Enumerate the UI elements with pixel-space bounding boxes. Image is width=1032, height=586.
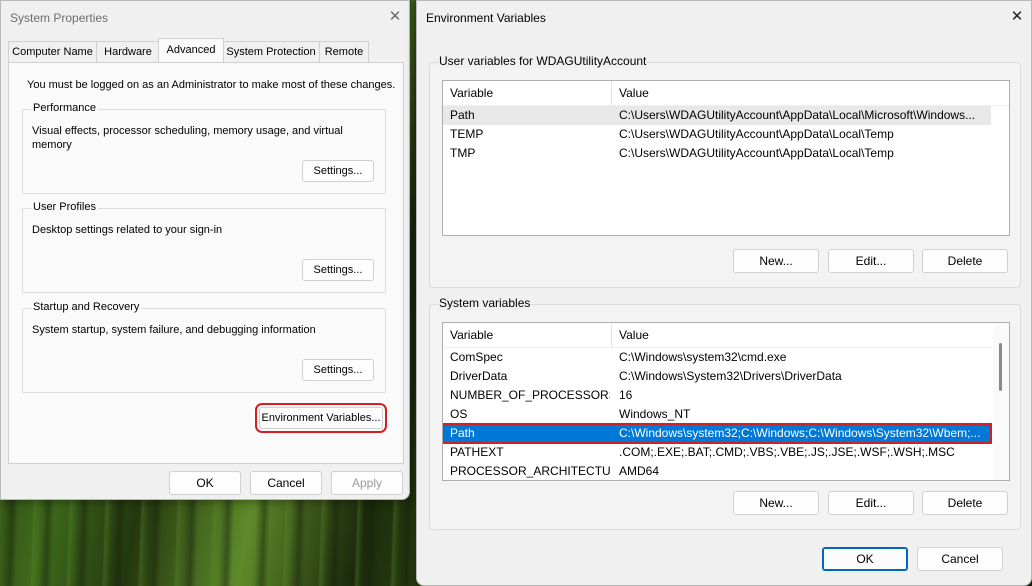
table-row-selected[interactable]: Path C:\Windows\system32;C:\Windows;C:\W… [443, 423, 992, 444]
variable-cell: ComSpec [450, 350, 503, 364]
ok-button[interactable]: OK [822, 547, 908, 571]
table-row[interactable]: PATHEXT .COM;.EXE;.BAT;.CMD;.VBS;.VBE;.J… [443, 443, 991, 462]
tab-remote[interactable]: Remote [319, 41, 369, 62]
title-bar: System Properties ✕ [1, 1, 409, 33]
system-properties-dialog: System Properties ✕ Computer Name Hardwa… [0, 0, 410, 500]
system-variables-label: System variables [438, 296, 532, 310]
performance-description: Visual effects, processor scheduling, me… [32, 125, 343, 151]
variable-cell: TMP [450, 146, 476, 160]
variable-cell: NUMBER_OF_PROCESSORS [450, 388, 610, 402]
variable-cell: DriverData [450, 369, 508, 383]
startup-recovery-settings-button[interactable]: Settings... [302, 359, 374, 381]
close-icon[interactable]: ✕ [385, 7, 405, 27]
table-row[interactable]: TMP C:\Users\WDAGUtilityAccount\AppData\… [443, 144, 991, 163]
value-cell: C:\Windows\system32\cmd.exe [619, 350, 787, 364]
value-cell: C:\Users\WDAGUtilityAccount\AppData\Loca… [619, 146, 894, 160]
vertical-scrollbar[interactable] [993, 323, 1009, 480]
variable-cell: Path [450, 426, 475, 440]
user-variables-section: User variables for WDAGUtilityAccount Va… [429, 54, 1021, 288]
startup-recovery-description: System startup, system failure, and debu… [32, 324, 316, 336]
title-bar: Environment Variables ✕ [417, 1, 1031, 33]
performance-label: Performance [31, 102, 98, 114]
value-cell: C:\Windows\System32\Drivers\DriverData [619, 369, 842, 383]
column-value[interactable]: Value [612, 323, 992, 347]
dialog-title: System Properties [10, 11, 109, 25]
cancel-button[interactable]: Cancel [250, 471, 322, 495]
table-row[interactable]: NUMBER_OF_PROCESSORS 16 [443, 386, 991, 405]
variable-cell: PROCESSOR_ARCHITECTURE [450, 464, 610, 478]
column-variable[interactable]: Variable [443, 323, 612, 347]
user-new-button[interactable]: New... [733, 249, 819, 273]
table-row[interactable]: DriverData C:\Windows\System32\Drivers\D… [443, 367, 991, 386]
value-cell: C:\Users\WDAGUtilityAccount\AppData\Loca… [619, 108, 976, 122]
table-row[interactable]: PROCESSOR_ARCHITECTURE AMD64 [443, 462, 991, 480]
tab-computer-name[interactable]: Computer Name [8, 41, 97, 62]
cancel-button[interactable]: Cancel [917, 547, 1003, 571]
user-profiles-group: User Profiles Desktop settings related t… [22, 201, 386, 293]
list-header: Variable Value [443, 323, 1009, 348]
ok-button[interactable]: OK [169, 471, 241, 495]
user-profiles-description: Desktop settings related to your sign-in [32, 224, 223, 236]
system-variables-section: System variables Variable Value ComSpec … [429, 296, 1021, 530]
column-value[interactable]: Value [612, 81, 992, 105]
system-variables-list[interactable]: Variable Value ComSpec C:\Windows\system… [442, 322, 1010, 481]
close-icon[interactable]: ✕ [1007, 7, 1027, 27]
user-variables-label: User variables for WDAGUtilityAccount [438, 54, 648, 68]
environment-variables-button[interactable]: Environment Variables... [255, 403, 387, 433]
table-row[interactable]: ComSpec C:\Windows\system32\cmd.exe [443, 348, 991, 367]
system-edit-button[interactable]: Edit... [828, 491, 914, 515]
tab-hardware[interactable]: Hardware [96, 41, 160, 62]
value-cell: 16 [619, 388, 633, 402]
performance-group: Performance Visual effects, processor sc… [22, 102, 386, 194]
list-header: Variable Value [443, 81, 1009, 106]
table-row[interactable]: TEMP C:\Users\WDAGUtilityAccount\AppData… [443, 125, 991, 144]
system-delete-button[interactable]: Delete [922, 491, 1008, 515]
value-cell: AMD64 [619, 464, 660, 478]
variable-cell: OS [450, 407, 468, 421]
advanced-tab-panel: You must be logged on as an Administrato… [8, 62, 404, 464]
tab-system-protection[interactable]: System Protection [222, 41, 320, 62]
user-profiles-settings-button[interactable]: Settings... [302, 259, 374, 281]
scrollbar-thumb[interactable] [999, 343, 1002, 391]
tab-advanced[interactable]: Advanced [158, 38, 224, 62]
system-new-button[interactable]: New... [733, 491, 819, 515]
table-row[interactable]: OS Windows_NT [443, 405, 991, 424]
user-edit-button[interactable]: Edit... [828, 249, 914, 273]
startup-recovery-group: Startup and Recovery System startup, sys… [22, 301, 386, 393]
performance-settings-button[interactable]: Settings... [302, 160, 374, 182]
user-delete-button[interactable]: Delete [922, 249, 1008, 273]
value-cell: .COM;.EXE;.BAT;.CMD;.VBS;.VBE;.JS;.JSE;.… [619, 445, 955, 459]
value-cell: C:\Windows\system32;C:\Windows;C:\Window… [619, 426, 981, 440]
variable-cell: TEMP [450, 127, 484, 141]
environment-variables-dialog: Environment Variables ✕ User variables f… [416, 0, 1032, 586]
column-variable[interactable]: Variable [443, 81, 612, 105]
admin-notice: You must be logged on as an Administrato… [27, 79, 396, 91]
variable-cell: PATHEXT [450, 445, 504, 459]
user-profiles-label: User Profiles [31, 201, 98, 213]
dialog-title: Environment Variables [426, 11, 546, 25]
apply-button[interactable]: Apply [331, 471, 403, 495]
table-row[interactable]: Path C:\Users\WDAGUtilityAccount\AppData… [443, 106, 991, 125]
value-cell: Windows_NT [619, 407, 691, 421]
variable-cell: Path [450, 108, 475, 122]
value-cell: C:\Users\WDAGUtilityAccount\AppData\Loca… [619, 127, 894, 141]
user-variables-list[interactable]: Variable Value Path C:\Users\WDAGUtility… [442, 80, 1010, 236]
startup-recovery-label: Startup and Recovery [31, 301, 142, 313]
